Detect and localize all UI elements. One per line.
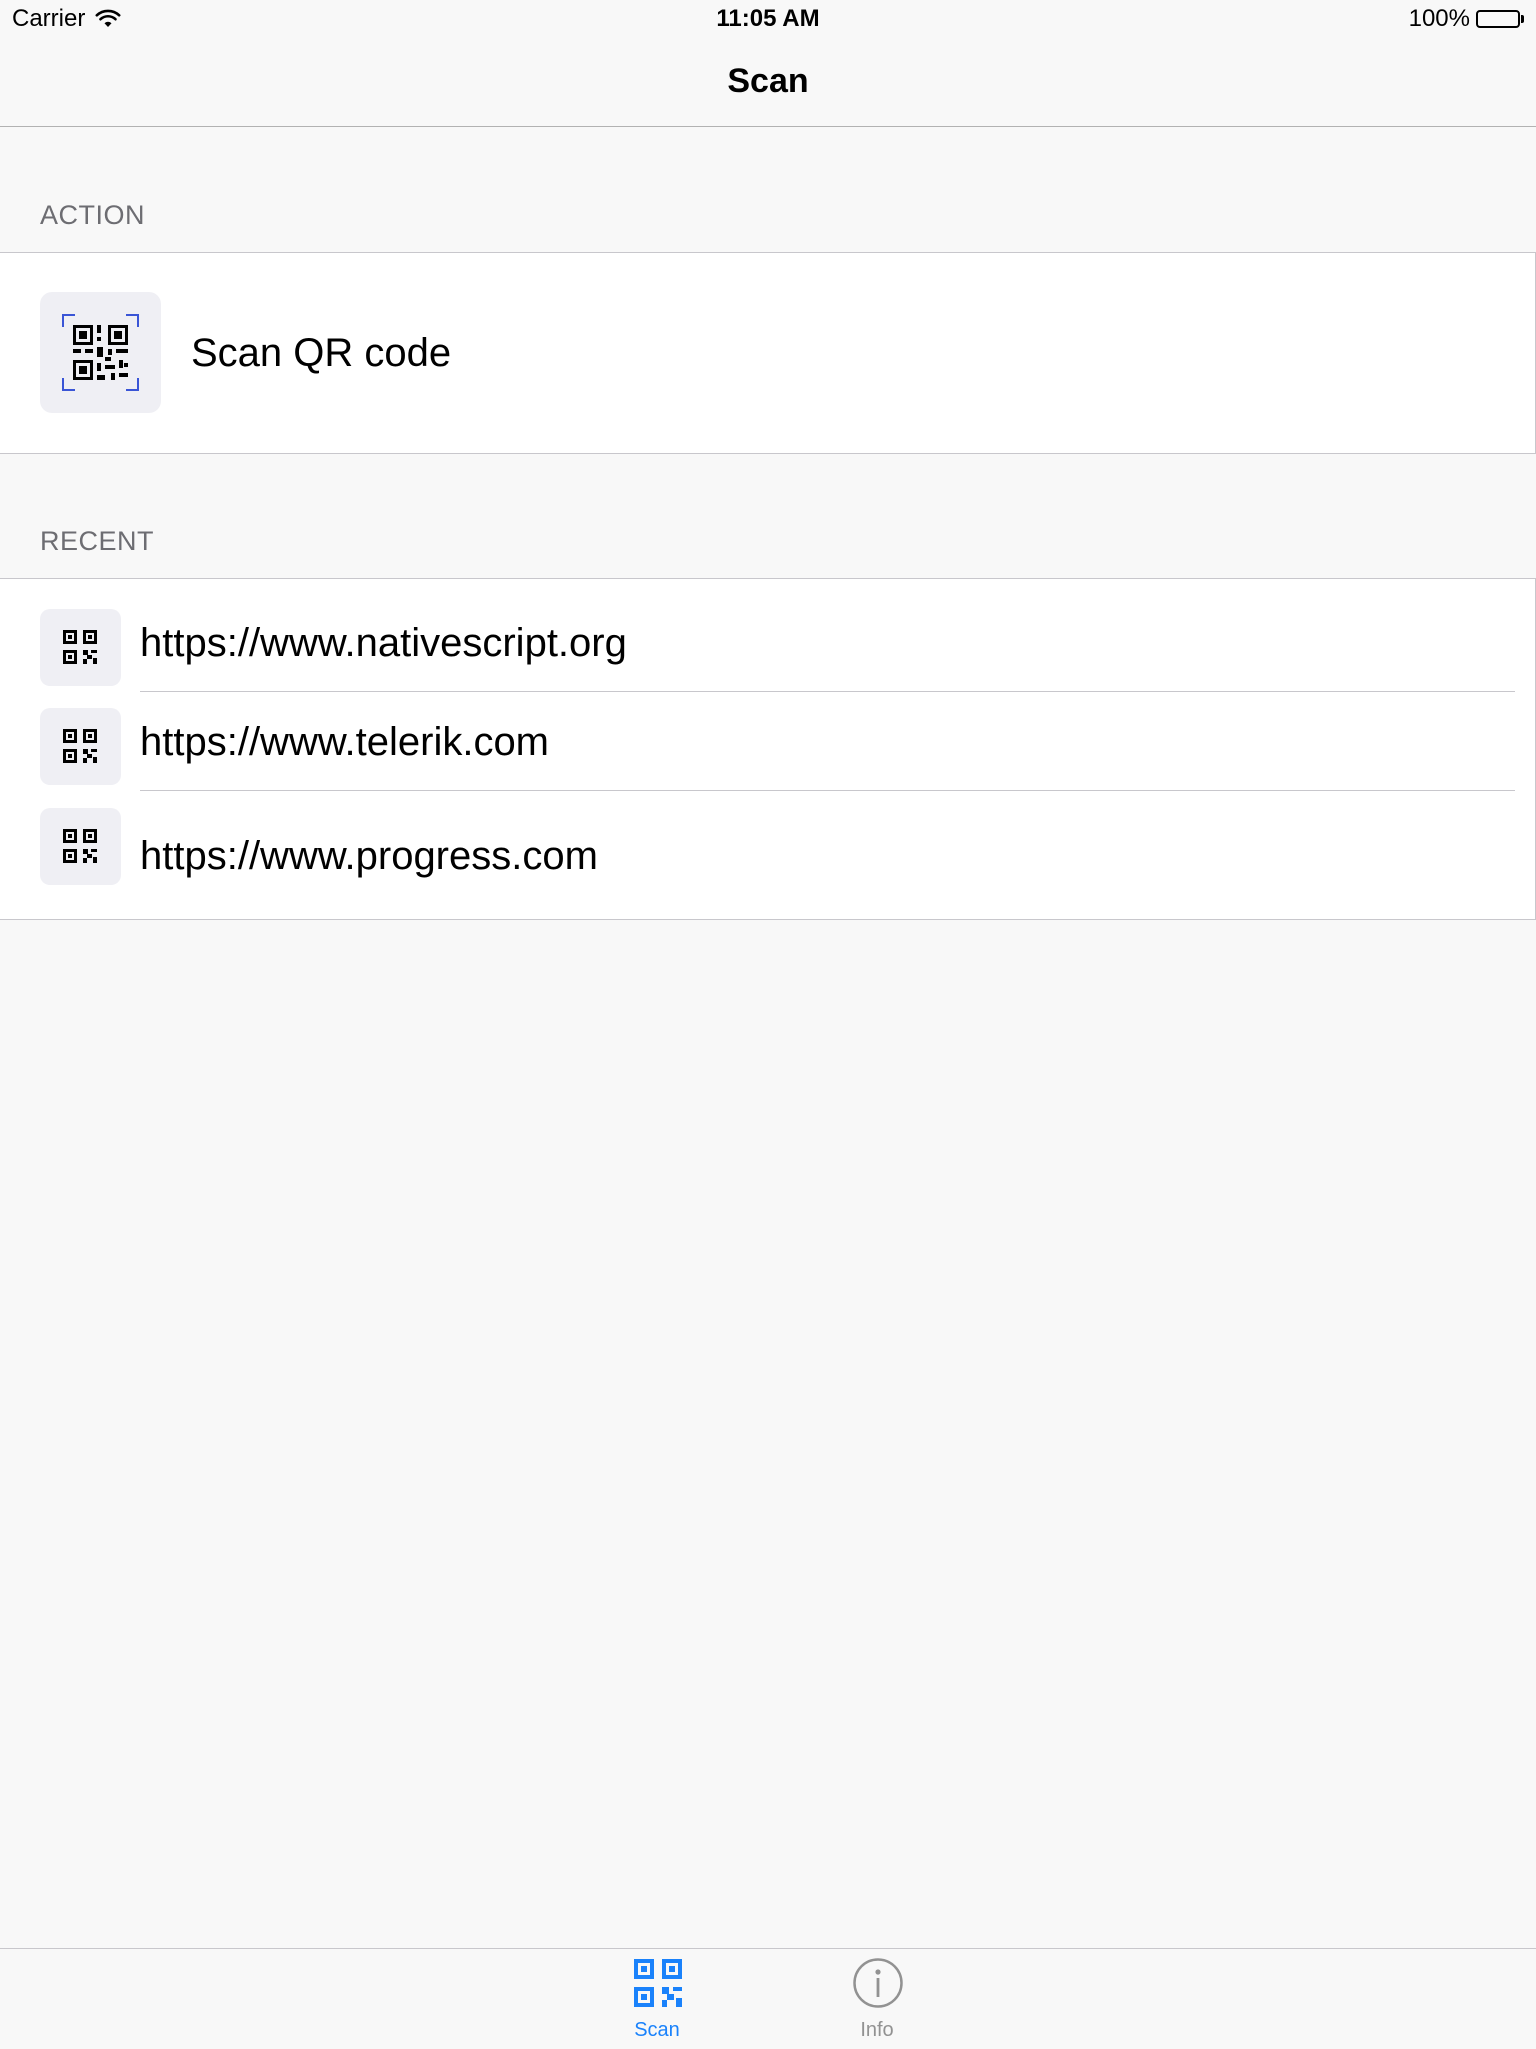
recent-item-label: https://www.progress.com [140, 834, 598, 878]
recent-group: https://www.nativescript.org https://www… [0, 578, 1536, 920]
navigation-bar: Scan [0, 40, 1536, 127]
section-header-recent: RECENT [40, 526, 155, 556]
qr-code-icon [40, 708, 121, 785]
qr-code-icon [40, 808, 121, 885]
recent-item[interactable]: https://www.nativescript.org [0, 579, 1535, 692]
battery-percentage: 100% [1408, 5, 1470, 32]
battery-icon [1476, 10, 1524, 28]
tab-scan-label: Scan [634, 2019, 680, 2041]
qr-scan-icon [40, 292, 161, 413]
tab-info-label: Info [860, 2019, 894, 2041]
info-icon [853, 1958, 903, 2008]
recent-item[interactable]: https://www.progress.com [0, 792, 1535, 919]
recent-item-label: https://www.telerik.com [140, 720, 550, 764]
qr-code-icon [634, 1959, 682, 2007]
recent-item[interactable]: https://www.telerik.com [0, 692, 1535, 791]
scan-qr-code-row[interactable]: Scan QR code [0, 253, 1535, 453]
action-group: Scan QR code [0, 252, 1536, 454]
status-time: 11:05 AM [716, 5, 820, 32]
section-header-action: ACTION [40, 200, 146, 230]
row-divider [140, 790, 1515, 791]
status-bar: Carrier 11:05 AM 100% [0, 0, 1536, 40]
tab-bar: Scan Info [0, 1948, 1536, 2048]
page-title: Scan [727, 62, 809, 100]
recent-item-label: https://www.nativescript.org [140, 621, 627, 665]
tab-info[interactable]: Info [817, 1949, 937, 2049]
status-right: 100% [1409, 5, 1524, 33]
scan-qr-code-label: Scan QR code [191, 331, 452, 375]
tab-scan[interactable]: Scan [597, 1949, 717, 2049]
qr-code-icon [40, 609, 121, 686]
